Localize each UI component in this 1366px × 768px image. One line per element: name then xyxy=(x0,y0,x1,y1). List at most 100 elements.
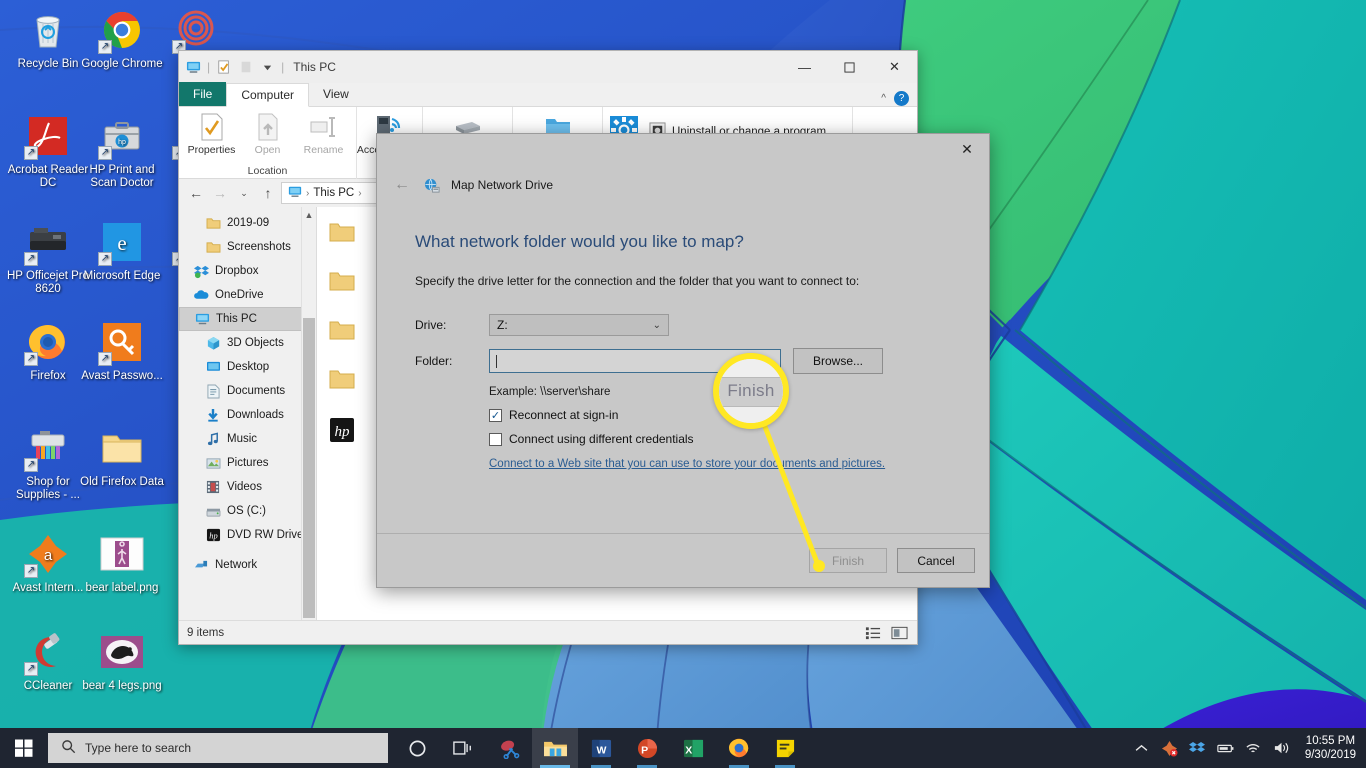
music-icon xyxy=(205,431,221,447)
chevron-down-icon[interactable]: ⌄ xyxy=(762,356,776,367)
nav-item-desktop[interactable]: Desktop xyxy=(179,355,316,379)
maximize-button[interactable] xyxy=(827,51,872,83)
scrollbar-track[interactable] xyxy=(302,223,317,618)
snip-and-sketch-icon[interactable] xyxy=(486,728,532,768)
nav-item-network[interactable]: Network xyxy=(179,553,316,577)
example-text: Example: \\server\share xyxy=(489,386,611,398)
collapse-ribbon-icon[interactable]: ^ xyxy=(881,93,886,104)
explorer-title-bar: | | This PC — ✕ xyxy=(179,51,917,83)
nav-item-documents[interactable]: Documents xyxy=(179,379,316,403)
nav-item-label: Videos xyxy=(227,481,262,493)
excel-icon[interactable]: X xyxy=(670,728,716,768)
close-icon[interactable]: ✕ xyxy=(945,134,989,164)
nav-item-pictures[interactable]: Pictures xyxy=(179,451,316,475)
connect-web-site-link[interactable]: Connect to a Web site that you can use t… xyxy=(489,458,885,470)
minimize-button[interactable]: — xyxy=(782,51,827,83)
back-arrow-icon[interactable]: ← xyxy=(391,174,413,196)
search-placeholder: Type here to search xyxy=(85,741,192,755)
nav-item-onedrive[interactable]: OneDrive xyxy=(179,283,316,307)
battery-icon[interactable] xyxy=(1217,740,1234,757)
ribbon-button-properties[interactable]: Properties xyxy=(185,111,239,156)
help-icon[interactable]: ? xyxy=(894,91,909,106)
breadcrumb-item-this-pc[interactable]: This PC xyxy=(313,187,354,199)
desktop-icon-old-firefox-data[interactable]: Old Firefox Data xyxy=(78,424,166,489)
avast-tray-icon[interactable] xyxy=(1161,740,1178,757)
ribbon-button-open[interactable]: Open xyxy=(241,111,295,156)
dropbox-tray-icon[interactable] xyxy=(1189,740,1206,757)
close-button[interactable]: ✕ xyxy=(872,51,917,83)
forward-button[interactable]: → xyxy=(209,182,231,204)
dropdown-arrow-icon[interactable] xyxy=(259,59,276,76)
windows-start-icon[interactable] xyxy=(0,728,48,768)
nav-item-2019-09[interactable]: 2019-09 xyxy=(179,211,316,235)
scroll-up-arrow-icon[interactable]: ▲ xyxy=(305,207,314,223)
nav-item-dvd-rw-drive[interactable]: hp DVD RW Drive (D xyxy=(179,523,316,547)
tab-file[interactable]: File xyxy=(179,82,227,106)
this-pc-icon[interactable] xyxy=(185,59,202,76)
drive-select[interactable]: Z: ⌄ xyxy=(489,314,669,336)
shortcut-arrow-icon: ↗ xyxy=(24,352,38,366)
task-view-icon[interactable] xyxy=(440,728,486,768)
navigation-scrollbar[interactable]: ▲ ▼ xyxy=(301,207,316,620)
ribbon-button-label: Open xyxy=(254,144,281,156)
this-pc-icon xyxy=(194,311,210,327)
drive-selected-value: Z: xyxy=(497,318,508,332)
desktop-icon-avast-passwords[interactable]: ↗ Avast Passwo... xyxy=(78,318,166,383)
pictures-icon xyxy=(205,455,221,471)
back-button[interactable]: ← xyxy=(185,182,207,204)
browse-button[interactable]: Browse... xyxy=(793,348,883,374)
cancel-button[interactable]: Cancel xyxy=(897,548,975,573)
folder-input[interactable]: ⌄ xyxy=(489,349,781,373)
cortana-icon[interactable] xyxy=(394,728,440,768)
dialog-title: Map Network Drive xyxy=(451,178,554,192)
svg-text:W: W xyxy=(596,744,606,756)
tab-computer[interactable]: Computer xyxy=(226,83,310,107)
reconnect-checkbox[interactable]: ✓ xyxy=(489,408,502,422)
shortcut-arrow-icon: ↗ xyxy=(24,146,38,160)
quick-access-blank-icon[interactable] xyxy=(237,59,254,76)
ccleaner-icon: ↗ xyxy=(24,628,72,676)
volume-icon[interactable] xyxy=(1273,740,1290,757)
shortcut-arrow-icon: ↗ xyxy=(24,458,38,472)
nav-item-downloads[interactable]: Downloads xyxy=(179,403,316,427)
nav-item-screenshots[interactable]: Screenshots xyxy=(179,235,316,259)
recent-locations-button[interactable]: ⌄ xyxy=(233,182,255,204)
nav-item-music[interactable]: Music xyxy=(179,427,316,451)
powerpoint-icon[interactable]: P xyxy=(624,728,670,768)
file-explorer-icon[interactable] xyxy=(532,728,578,768)
nav-item-3d-objects[interactable]: 3D Objects xyxy=(179,331,316,355)
folder-value[interactable] xyxy=(496,354,762,369)
firefox-icon[interactable] xyxy=(716,728,762,768)
properties-icon xyxy=(199,111,225,143)
lastpass-icon: ↗ xyxy=(172,6,220,54)
properties-check-icon[interactable] xyxy=(215,59,232,76)
credentials-checkbox-row[interactable]: Connect using different credentials xyxy=(489,432,951,446)
scrollbar-thumb[interactable] xyxy=(302,318,315,618)
search-input[interactable]: Type here to search xyxy=(48,733,388,763)
nav-item-label: This PC xyxy=(216,313,257,325)
breadcrumb-separator-2[interactable]: › xyxy=(358,188,361,199)
nav-item-label: Music xyxy=(227,433,258,445)
ribbon-button-rename[interactable]: Rename xyxy=(297,111,351,156)
desktop-icon-bear-label-png[interactable]: bear label.png xyxy=(78,530,166,595)
nav-item-this-pc[interactable]: This PC xyxy=(179,307,316,331)
nav-item-videos[interactable]: Videos xyxy=(179,475,316,499)
large-icons-view-icon[interactable] xyxy=(889,624,909,642)
up-button[interactable]: ↑ xyxy=(257,182,279,204)
details-view-icon[interactable] xyxy=(863,624,883,642)
reconnect-checkbox-row[interactable]: ✓ Reconnect at sign-in xyxy=(489,408,951,422)
credentials-checkbox[interactable] xyxy=(489,432,502,446)
dialog-footer: Finish Cancel xyxy=(377,533,989,587)
shortcut-arrow-icon: ↗ xyxy=(98,352,112,366)
finish-button[interactable]: Finish xyxy=(809,548,887,573)
sticky-notes-icon[interactable] xyxy=(762,728,808,768)
show-hidden-icons-icon[interactable] xyxy=(1133,740,1150,757)
item-count-label: 9 items xyxy=(187,626,225,639)
nav-item-os-c[interactable]: OS (C:) xyxy=(179,499,316,523)
word-icon[interactable]: W xyxy=(578,728,624,768)
desktop-icon-bear-4-legs-png[interactable]: bear 4 legs.png xyxy=(78,628,166,693)
nav-item-dropbox[interactable]: Dropbox xyxy=(179,259,316,283)
wifi-icon[interactable] xyxy=(1245,740,1262,757)
tab-view[interactable]: View xyxy=(309,82,363,106)
taskbar-clock[interactable]: 10:55 PM 9/30/2019 xyxy=(1301,734,1356,762)
